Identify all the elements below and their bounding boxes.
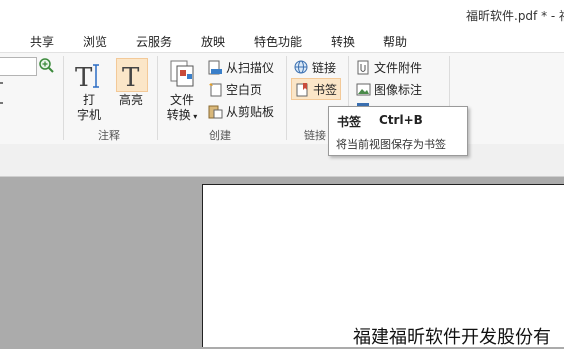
from-clipboard-label: 从剪贴板 [226,104,275,119]
attachment-icon [357,60,369,74]
create-group-label: 创建 [209,129,231,142]
file-convert-icon [170,60,194,87]
file-attachment-label: 文件附件 [374,60,423,75]
highlight-icon: T [122,63,140,93]
image-annotation-label: 图像标注 [374,82,423,97]
typewriter-icon: T [75,63,99,90]
blank-page-button[interactable]: 空白页 [208,79,262,99]
tooltip-shortcut: Ctrl+B [379,113,423,127]
partial-icon [0,82,3,104]
menu-slideshow[interactable]: 放映 [201,33,225,50]
from-scanner-label: 从扫描仪 [226,60,275,75]
document-text: 福建福昕软件开发股份有 [353,327,551,348]
blank-page-label: 空白页 [226,82,263,97]
svg-text:T: T [122,63,140,91]
links-group-label: 链接 [304,129,326,142]
from-scanner-button[interactable]: 从扫描仪 [208,57,274,77]
menu-bar: 共享 浏览 云服务 放映 特色功能 转换 帮助 [0,28,564,52]
menu-convert[interactable]: 转换 [331,33,355,50]
menu-help[interactable]: 帮助 [383,33,407,50]
menu-features[interactable]: 特色功能 [254,33,302,50]
ribbon-separator [63,56,64,140]
dropdown-arrow-icon: ▾ [190,112,198,121]
menu-share[interactable]: 共享 [30,33,54,50]
svg-text:T: T [75,63,93,90]
bookmark-label: 书签 [313,82,338,97]
ribbon-separator [286,56,287,140]
bookmark-button[interactable]: 书签 [291,78,342,100]
toolbar-strip [0,144,564,177]
ribbon-separator [157,56,158,140]
highlight-label: 高亮 [118,93,143,107]
zoom-combo[interactable] [0,57,37,76]
typewriter-button[interactable]: 打 字机 [74,93,104,123]
menu-cloud-service[interactable]: 云服务 [136,33,172,50]
tooltip-title: 书签 [337,115,362,129]
menu-view[interactable]: 浏览 [83,33,107,50]
file-convert-button[interactable]: 文件 转换 ▾ [162,93,202,124]
zoom-in-icon[interactable] [38,57,54,73]
link-label: 链接 [312,60,337,75]
from-clipboard-button[interactable]: 从剪贴板 [208,101,274,121]
title-bar: 福昕软件.pdf * - 福 [0,0,564,28]
file-attachment-button[interactable]: 文件附件 [356,57,422,77]
file-convert-label-2: 转换 [166,108,191,122]
document-page: 福建福昕软件开发股份有 [202,184,564,348]
file-convert-label-1: 文件 [169,93,194,107]
typewriter-label-2: 字机 [76,108,101,122]
annotate-group-label: 注释 [98,129,120,142]
blank-page-icon [209,82,222,96]
bookmark-icon [296,82,308,96]
tooltip-description: 将当前视图保存为书签 [336,138,446,151]
link-button[interactable]: 链接 [294,57,336,77]
window-title: 福昕软件.pdf * - 福 [466,9,564,23]
scanner-icon [208,60,222,74]
bookmark-tooltip: 书签 Ctrl+B 将当前视图保存为书签 [328,106,468,156]
image-annotation-button[interactable]: 图像标注 [356,79,422,99]
clipboard-icon [208,105,223,118]
highlight-button[interactable]: T [116,58,148,93]
link-globe-icon [294,60,308,73]
image-annotation-icon [356,83,371,95]
typewriter-label-1: 打 [82,93,95,107]
